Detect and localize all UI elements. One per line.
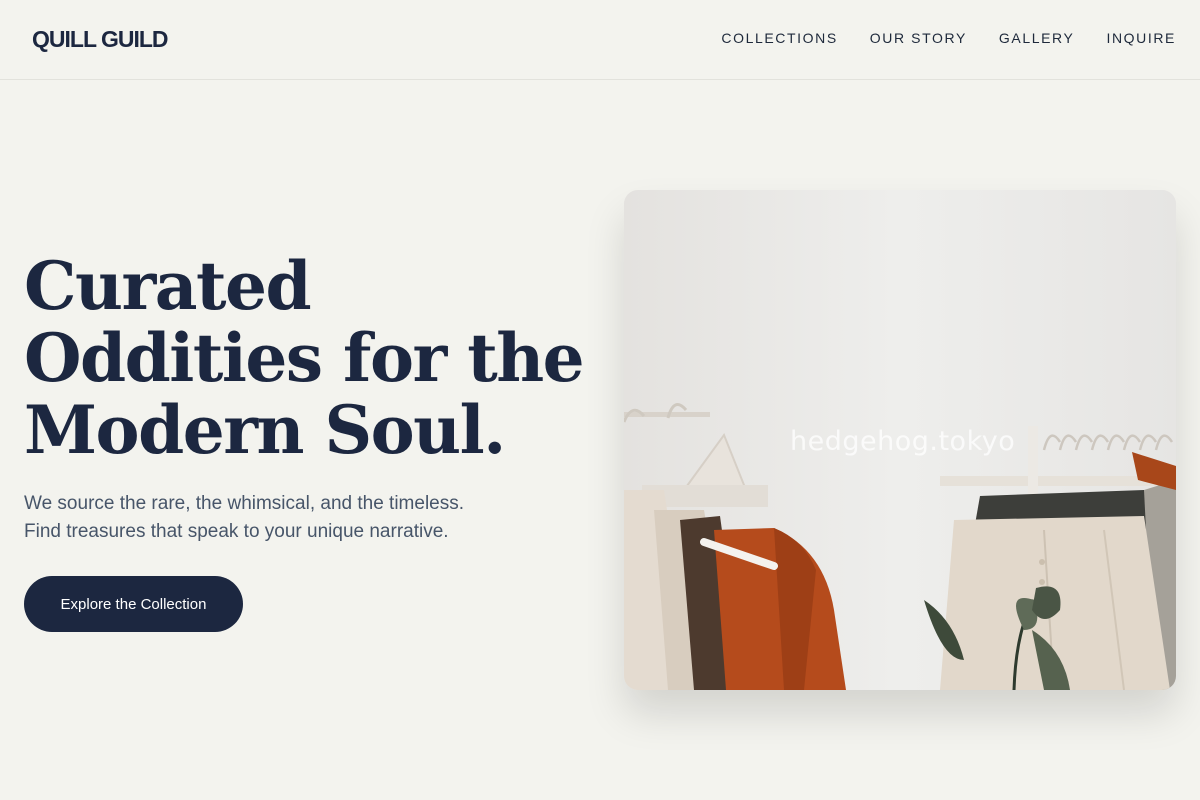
explore-collection-button[interactable]: Explore the Collection bbox=[24, 576, 243, 632]
clothing-rack-photo: hedgehog.tokyo bbox=[624, 190, 1176, 690]
hero-subtitle: We source the rare, the whimsical, and t… bbox=[24, 490, 544, 546]
nav-link-inquire[interactable]: INQUIRE bbox=[1106, 30, 1176, 46]
hero-title-line-1: Curated bbox=[24, 247, 312, 325]
hero-title: Curated Oddities for the Modern Soul. bbox=[24, 247, 585, 469]
nav-link-collections[interactable]: COLLECTIONS bbox=[721, 30, 837, 46]
hero-title-line-2: Oddities for the bbox=[24, 319, 585, 397]
site-header: QUILL GUILD COLLECTIONS OUR STORY GALLER… bbox=[0, 0, 1200, 80]
brand-logo[interactable]: QUILL GUILD bbox=[32, 26, 169, 53]
image-watermark: hedgehog.tokyo bbox=[790, 426, 1016, 457]
main-nav: COLLECTIONS OUR STORY GALLERY INQUIRE bbox=[721, 30, 1176, 46]
hero-title-line-3: Modern Soul. bbox=[24, 391, 506, 469]
hero-subtitle-line-2: Find treasures that speak to your unique… bbox=[24, 521, 449, 542]
nav-link-gallery[interactable]: GALLERY bbox=[999, 30, 1075, 46]
hero-subtitle-line-1: We source the rare, the whimsical, and t… bbox=[24, 493, 465, 514]
nav-link-our-story[interactable]: OUR STORY bbox=[870, 30, 967, 46]
